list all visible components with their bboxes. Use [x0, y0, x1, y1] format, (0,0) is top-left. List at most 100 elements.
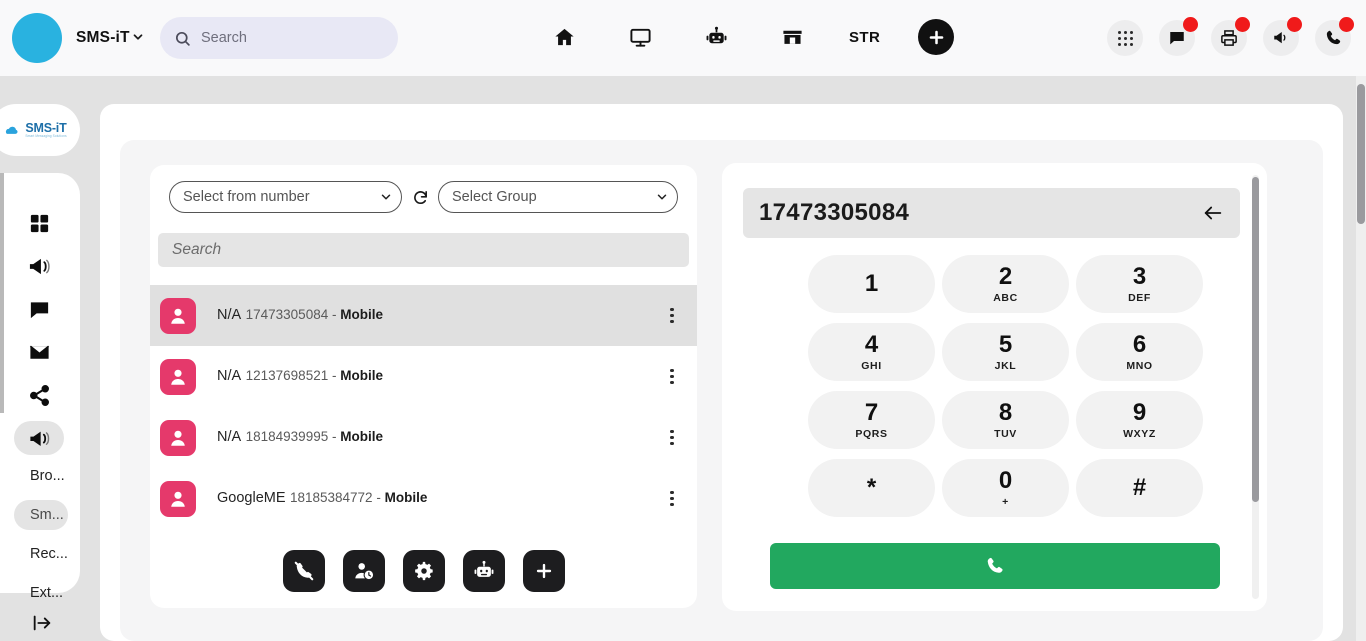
chat-bubble-icon: [30, 301, 48, 318]
sidebar-item-campaigns[interactable]: [22, 249, 56, 283]
sidebar-item-broadcasts[interactable]: Bro...: [14, 461, 68, 491]
contact-name: N/A: [217, 429, 242, 446]
contacts-filter-row: Select from number Select Group: [169, 181, 678, 213]
search-input[interactable]: [201, 30, 381, 46]
avatar: [160, 480, 196, 517]
messages-button[interactable]: [1159, 17, 1198, 56]
monitor-icon[interactable]: [621, 16, 659, 58]
dialer-number-display[interactable]: 17473305084: [743, 188, 1240, 238]
home-icon[interactable]: [545, 16, 583, 58]
search-icon: [175, 31, 190, 46]
sidebar-item-sms[interactable]: Sm...: [14, 500, 68, 530]
keypad-key-5[interactable]: 5 JKL: [942, 323, 1069, 381]
sidebar-item-share[interactable]: [22, 378, 56, 412]
share-icon: [29, 384, 49, 406]
settings-button[interactable]: [402, 550, 445, 592]
rail-accent-strip: [0, 173, 4, 413]
plus-icon: [929, 30, 944, 44]
plus-icon: [536, 563, 551, 579]
page-scrollbar-thumb[interactable]: [1357, 84, 1365, 224]
apps-grid-button[interactable]: [1107, 20, 1143, 56]
contact-name: N/A: [217, 368, 242, 385]
end-call-button[interactable]: [282, 550, 325, 592]
keypad-key-4[interactable]: 4 GHI: [808, 323, 935, 381]
cloud-icon: [6, 127, 18, 135]
sidebar-item-chat[interactable]: [22, 292, 56, 326]
keypad-key-9[interactable]: 9 WXYZ: [1076, 391, 1203, 449]
keypad-key-2[interactable]: 2 ABC: [942, 255, 1069, 313]
table-row[interactable]: N/A 12137698521 - Mobile: [150, 346, 697, 407]
keypad-key-1[interactable]: 1: [808, 255, 935, 313]
logo-tagline: Smart Messaging Solutions: [25, 134, 67, 139]
notification-badge: [1235, 17, 1250, 32]
sidebar-item-dashboard[interactable]: [22, 206, 56, 240]
keypad-key-0[interactable]: 0 +: [942, 459, 1069, 517]
dialer-scrollbar-thumb[interactable]: [1252, 177, 1259, 502]
row-menu-icon[interactable]: [661, 423, 683, 453]
sidebar-item-extensions[interactable]: Ext...: [14, 578, 68, 608]
contacts-action-bar: [150, 550, 697, 592]
keypad-key-7[interactable]: 7 PQRS: [808, 391, 935, 449]
app-logo[interactable]: SMS-iT Smart Messaging Solutions: [0, 104, 80, 156]
call-button[interactable]: [770, 543, 1220, 589]
robot-icon[interactable]: [697, 16, 735, 58]
calls-button[interactable]: [1315, 17, 1354, 56]
contact-number: 18184939995 - Mobile: [245, 429, 383, 445]
contact-number: 17473305084 - Mobile: [245, 307, 383, 323]
contact-name: N/A: [217, 307, 242, 324]
megaphone-icon: [1274, 32, 1286, 44]
contacts-list: N/A 17473305084 - Mobile N/A 12137698521…: [150, 285, 697, 529]
brand-avatar[interactable]: [12, 13, 62, 63]
contact-name: GoogleME: [217, 490, 286, 507]
top-navigation-bar: SMS-iT STR: [0, 0, 1366, 76]
phone-icon: [1326, 30, 1341, 45]
add-contact-button[interactable]: [522, 550, 565, 592]
collapse-panel-icon[interactable]: [31, 612, 53, 634]
print-button[interactable]: [1211, 17, 1250, 56]
phone-icon: [987, 557, 1003, 573]
group-select[interactable]: Select Group: [438, 181, 678, 213]
str-label[interactable]: STR: [849, 29, 880, 46]
contacts-panel: Select from number Select Group N/A 1747…: [150, 165, 697, 608]
person-icon: [171, 308, 185, 324]
add-button[interactable]: [918, 19, 955, 55]
row-menu-icon[interactable]: [661, 301, 683, 331]
person-icon: [171, 491, 185, 507]
row-menu-icon[interactable]: [661, 362, 683, 392]
refresh-button[interactable]: [405, 182, 435, 212]
sidebar-item-label: Ext...: [30, 585, 64, 601]
avatar: [160, 419, 196, 456]
from-number-select[interactable]: Select from number: [169, 181, 402, 213]
sidebar-item-broadcast[interactable]: [14, 421, 64, 455]
ai-assistant-button[interactable]: [462, 550, 505, 592]
refresh-icon: [413, 190, 427, 204]
chevron-down-icon[interactable]: [131, 30, 145, 44]
table-row[interactable]: N/A 18184939995 - Mobile: [150, 407, 697, 468]
gear-icon: [414, 561, 433, 581]
row-menu-icon[interactable]: [661, 484, 683, 514]
contacts-search-input[interactable]: [158, 233, 689, 267]
keypad-key-8[interactable]: 8 TUV: [942, 391, 1069, 449]
table-row[interactable]: N/A 17473305084 - Mobile: [150, 285, 697, 346]
person-clock-icon: [354, 563, 373, 580]
keypad-key-3[interactable]: 3 DEF: [1076, 255, 1203, 313]
right-navigation: [1107, 17, 1354, 56]
robot-icon: [474, 560, 493, 577]
keypad-key-6[interactable]: 6 MNO: [1076, 323, 1203, 381]
recent-contacts-button[interactable]: [342, 550, 385, 592]
person-icon: [171, 369, 185, 385]
person-icon: [171, 430, 185, 446]
keypad-key-hash[interactable]: #: [1076, 459, 1203, 517]
sidebar-item-email[interactable]: [22, 335, 56, 369]
store-icon[interactable]: [773, 16, 811, 58]
global-search[interactable]: [160, 17, 398, 59]
sidebar-item-recordings[interactable]: Rec...: [14, 539, 68, 569]
announcements-button[interactable]: [1263, 17, 1302, 56]
backspace-arrow-icon[interactable]: [1202, 202, 1224, 224]
brand-name: SMS-iT: [76, 29, 130, 46]
phone-slash-icon: [294, 561, 313, 581]
table-row[interactable]: GoogleME 18185384772 - Mobile: [150, 468, 697, 529]
center-navigation: STR: [545, 16, 955, 58]
sidebar-item-label: Rec...: [30, 546, 68, 562]
keypad-key-star[interactable]: *: [808, 459, 935, 517]
